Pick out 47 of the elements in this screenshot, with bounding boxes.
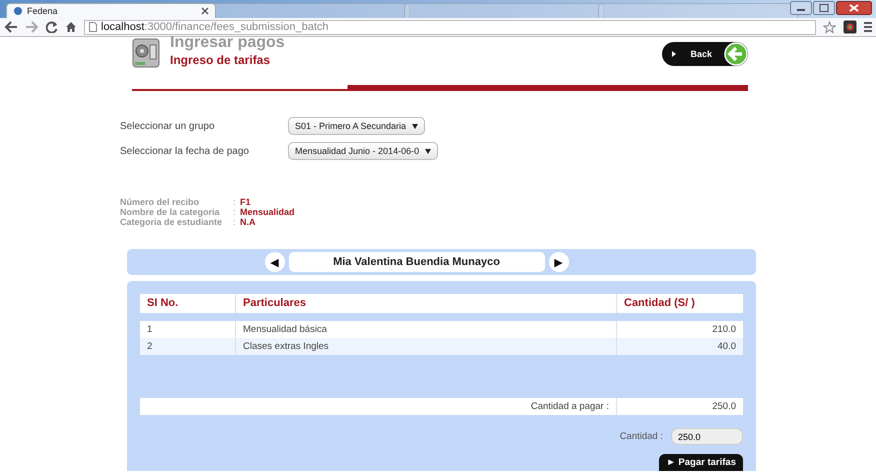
info-label: Número del recibo [120,197,200,207]
browser-tab[interactable]: Fedena [6,3,216,18]
column-header: Cantidad (S/ ) [623,296,696,311]
info-label: Nombre de la categoria [120,207,221,217]
menu-icon[interactable] [864,21,872,33]
page-title: Ingresar pagos [170,35,286,51]
column-header: SI No. [140,294,236,313]
colon: : [233,217,237,227]
reload-icon[interactable] [46,21,58,33]
close-icon[interactable] [201,7,209,15]
tab-title: Fedena [27,6,59,16]
url-text: localhost:3000/finance/fees_submission_batch [101,21,328,33]
amount-field[interactable]: 250.0 [671,428,743,445]
address-field[interactable]: localhost:3000/finance/fees_submission_batch [84,20,816,34]
field-label: Cantidad : [620,431,663,442]
info-value: Mensualidad [240,207,295,217]
table-cell: 2 [140,338,236,355]
home-icon[interactable] [65,21,77,33]
colon: : [233,207,237,217]
info-value: F1 [240,197,251,207]
field-label: Seleccionar un grupo [120,120,216,132]
next-button[interactable]: ▶ [548,252,568,272]
info-value: N.A [240,217,256,227]
total-label: Cantidad a pagar : [140,398,617,415]
student-name: Mia Valentina Buendia Munayco [288,252,544,272]
column-header: Particulares [236,294,617,313]
caret-icon[interactable] [425,148,432,154]
caret-icon[interactable] [412,124,418,128]
close-icon[interactable] [836,1,872,15]
table-cell: Clases extras Ingles [236,338,617,355]
page-subtitle: Ingreso de tarifas [170,53,272,67]
field-label: Seleccionar la fecha de pago [120,146,250,156]
maximize-icon[interactable] [813,1,835,15]
back-arrow-icon[interactable] [4,21,18,33]
star-icon[interactable] [823,20,836,34]
dropdown[interactable]: Mensualidad Junio - 2014-06-0 [288,142,438,160]
total-amount: 250.0 [711,400,737,414]
pay-button[interactable]: ► Pagar tarifas [659,454,743,471]
previous-button[interactable]: ◀ [264,252,284,272]
table-cell-text: 210.0 [711,323,737,337]
minimize-icon[interactable] [790,1,812,15]
table-cell-text: 40.0 [716,340,737,354]
info-label: Categoria de estudiante [120,217,224,227]
dropdown[interactable]: S01 - Primero A Secundaria [288,117,426,135]
extension-icon[interactable] [843,20,857,34]
back-button[interactable]: Back [662,42,748,66]
colon: : [233,197,237,207]
